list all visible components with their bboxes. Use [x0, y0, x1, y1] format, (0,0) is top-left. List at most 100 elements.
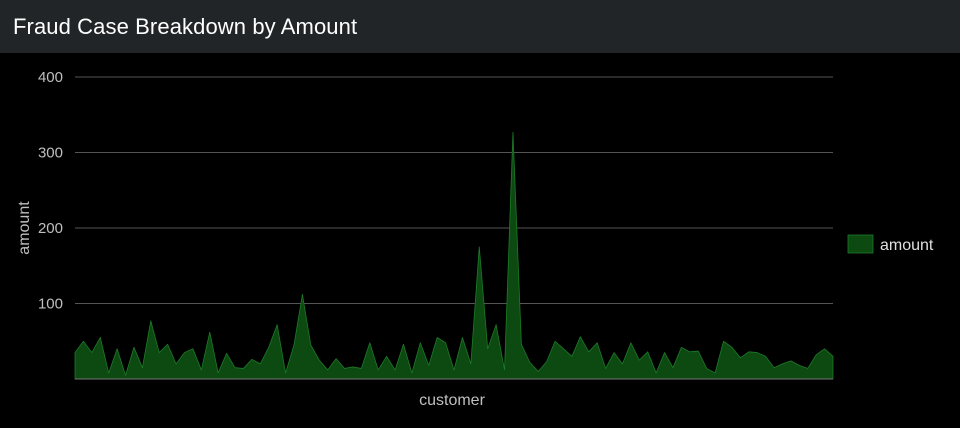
data-point[interactable]	[688, 350, 692, 354]
data-point[interactable]	[637, 358, 641, 362]
data-point[interactable]	[309, 343, 313, 347]
data-point[interactable]	[284, 371, 288, 375]
data-point[interactable]	[418, 341, 422, 345]
data-point[interactable]	[81, 339, 85, 343]
data-point[interactable]	[140, 366, 144, 370]
data-point[interactable]	[292, 343, 296, 347]
data-point[interactable]	[444, 341, 448, 345]
data-point[interactable]	[738, 356, 742, 360]
data-point[interactable]	[460, 335, 464, 339]
data-point[interactable]	[578, 335, 582, 339]
data-point[interactable]	[679, 345, 683, 349]
data-point[interactable]	[233, 366, 237, 370]
data-point[interactable]	[73, 351, 77, 355]
data-point[interactable]	[764, 354, 768, 358]
data-point[interactable]	[149, 319, 153, 323]
data-point[interactable]	[98, 335, 102, 339]
data-point[interactable]	[789, 359, 793, 363]
data-point[interactable]	[595, 341, 599, 345]
legend[interactable]: amount	[847, 234, 934, 254]
data-point[interactable]	[326, 368, 330, 372]
area-chart[interactable]: 100 200 300 400 customer amount amount	[0, 53, 960, 428]
data-point[interactable]	[511, 130, 515, 134]
legend-swatch-amount[interactable]	[847, 234, 874, 254]
data-point[interactable]	[191, 347, 195, 351]
data-point[interactable]	[536, 369, 540, 373]
data-point[interactable]	[182, 351, 186, 355]
data-point[interactable]	[343, 366, 347, 370]
data-point[interactable]	[713, 371, 717, 375]
data-point[interactable]	[427, 363, 431, 367]
data-point[interactable]	[806, 366, 810, 370]
data-point[interactable]	[258, 362, 262, 366]
data-point[interactable]	[241, 366, 245, 370]
data-point[interactable]	[671, 366, 675, 370]
data-point[interactable]	[174, 362, 178, 366]
y-tick-label-100: 100	[38, 296, 63, 313]
data-point[interactable]	[275, 323, 279, 327]
data-point[interactable]	[157, 351, 161, 355]
data-point[interactable]	[199, 368, 203, 372]
data-point[interactable]	[124, 373, 128, 377]
data-point[interactable]	[654, 371, 658, 375]
data-point[interactable]	[385, 354, 389, 358]
data-point[interactable]	[705, 366, 709, 370]
data-point[interactable]	[477, 245, 481, 249]
data-point[interactable]	[208, 330, 212, 334]
data-point[interactable]	[503, 368, 507, 372]
data-point[interactable]	[334, 357, 338, 361]
data-point[interactable]	[107, 371, 111, 375]
data-point[interactable]	[494, 323, 498, 327]
data-point[interactable]	[587, 350, 591, 354]
y-axis-title: amount	[16, 201, 33, 255]
data-point[interactable]	[620, 362, 624, 366]
data-point[interactable]	[317, 358, 321, 362]
data-point[interactable]	[166, 342, 170, 346]
data-point[interactable]	[452, 368, 456, 372]
series-layer[interactable]	[73, 130, 835, 380]
data-point[interactable]	[393, 368, 397, 372]
data-point[interactable]	[469, 362, 473, 366]
data-point[interactable]	[115, 347, 119, 351]
data-point[interactable]	[376, 368, 380, 372]
data-point[interactable]	[225, 351, 229, 355]
data-point[interactable]	[814, 353, 818, 357]
data-point[interactable]	[755, 351, 759, 355]
data-point[interactable]	[545, 360, 549, 364]
data-point[interactable]	[823, 347, 827, 351]
data-point[interactable]	[528, 360, 532, 364]
x-axis-title: customer	[419, 392, 485, 409]
data-point[interactable]	[553, 339, 557, 343]
data-point[interactable]	[797, 363, 801, 367]
legend-label-amount[interactable]: amount	[880, 237, 934, 254]
data-point[interactable]	[730, 345, 734, 349]
data-point[interactable]	[351, 365, 355, 369]
data-point[interactable]	[401, 342, 405, 346]
data-point[interactable]	[663, 351, 667, 355]
data-point[interactable]	[722, 339, 726, 343]
data-point[interactable]	[831, 354, 835, 358]
data-point[interactable]	[410, 371, 414, 375]
series-area-amount[interactable]	[74, 131, 834, 380]
data-point[interactable]	[368, 341, 372, 345]
data-point[interactable]	[250, 357, 254, 361]
data-point[interactable]	[696, 349, 700, 353]
data-point[interactable]	[90, 351, 94, 355]
data-point[interactable]	[747, 350, 751, 354]
data-point[interactable]	[561, 347, 565, 351]
data-point[interactable]	[300, 292, 304, 296]
data-point[interactable]	[772, 366, 776, 370]
data-point[interactable]	[519, 342, 523, 346]
data-point[interactable]	[359, 366, 363, 370]
data-point[interactable]	[216, 371, 220, 375]
data-point[interactable]	[646, 350, 650, 354]
data-point[interactable]	[612, 351, 616, 355]
data-point[interactable]	[435, 335, 439, 339]
data-point[interactable]	[604, 366, 608, 370]
data-point[interactable]	[629, 341, 633, 345]
data-point[interactable]	[780, 362, 784, 366]
data-point[interactable]	[570, 354, 574, 358]
data-point[interactable]	[267, 345, 271, 349]
data-point[interactable]	[132, 345, 136, 349]
data-point[interactable]	[486, 347, 490, 351]
